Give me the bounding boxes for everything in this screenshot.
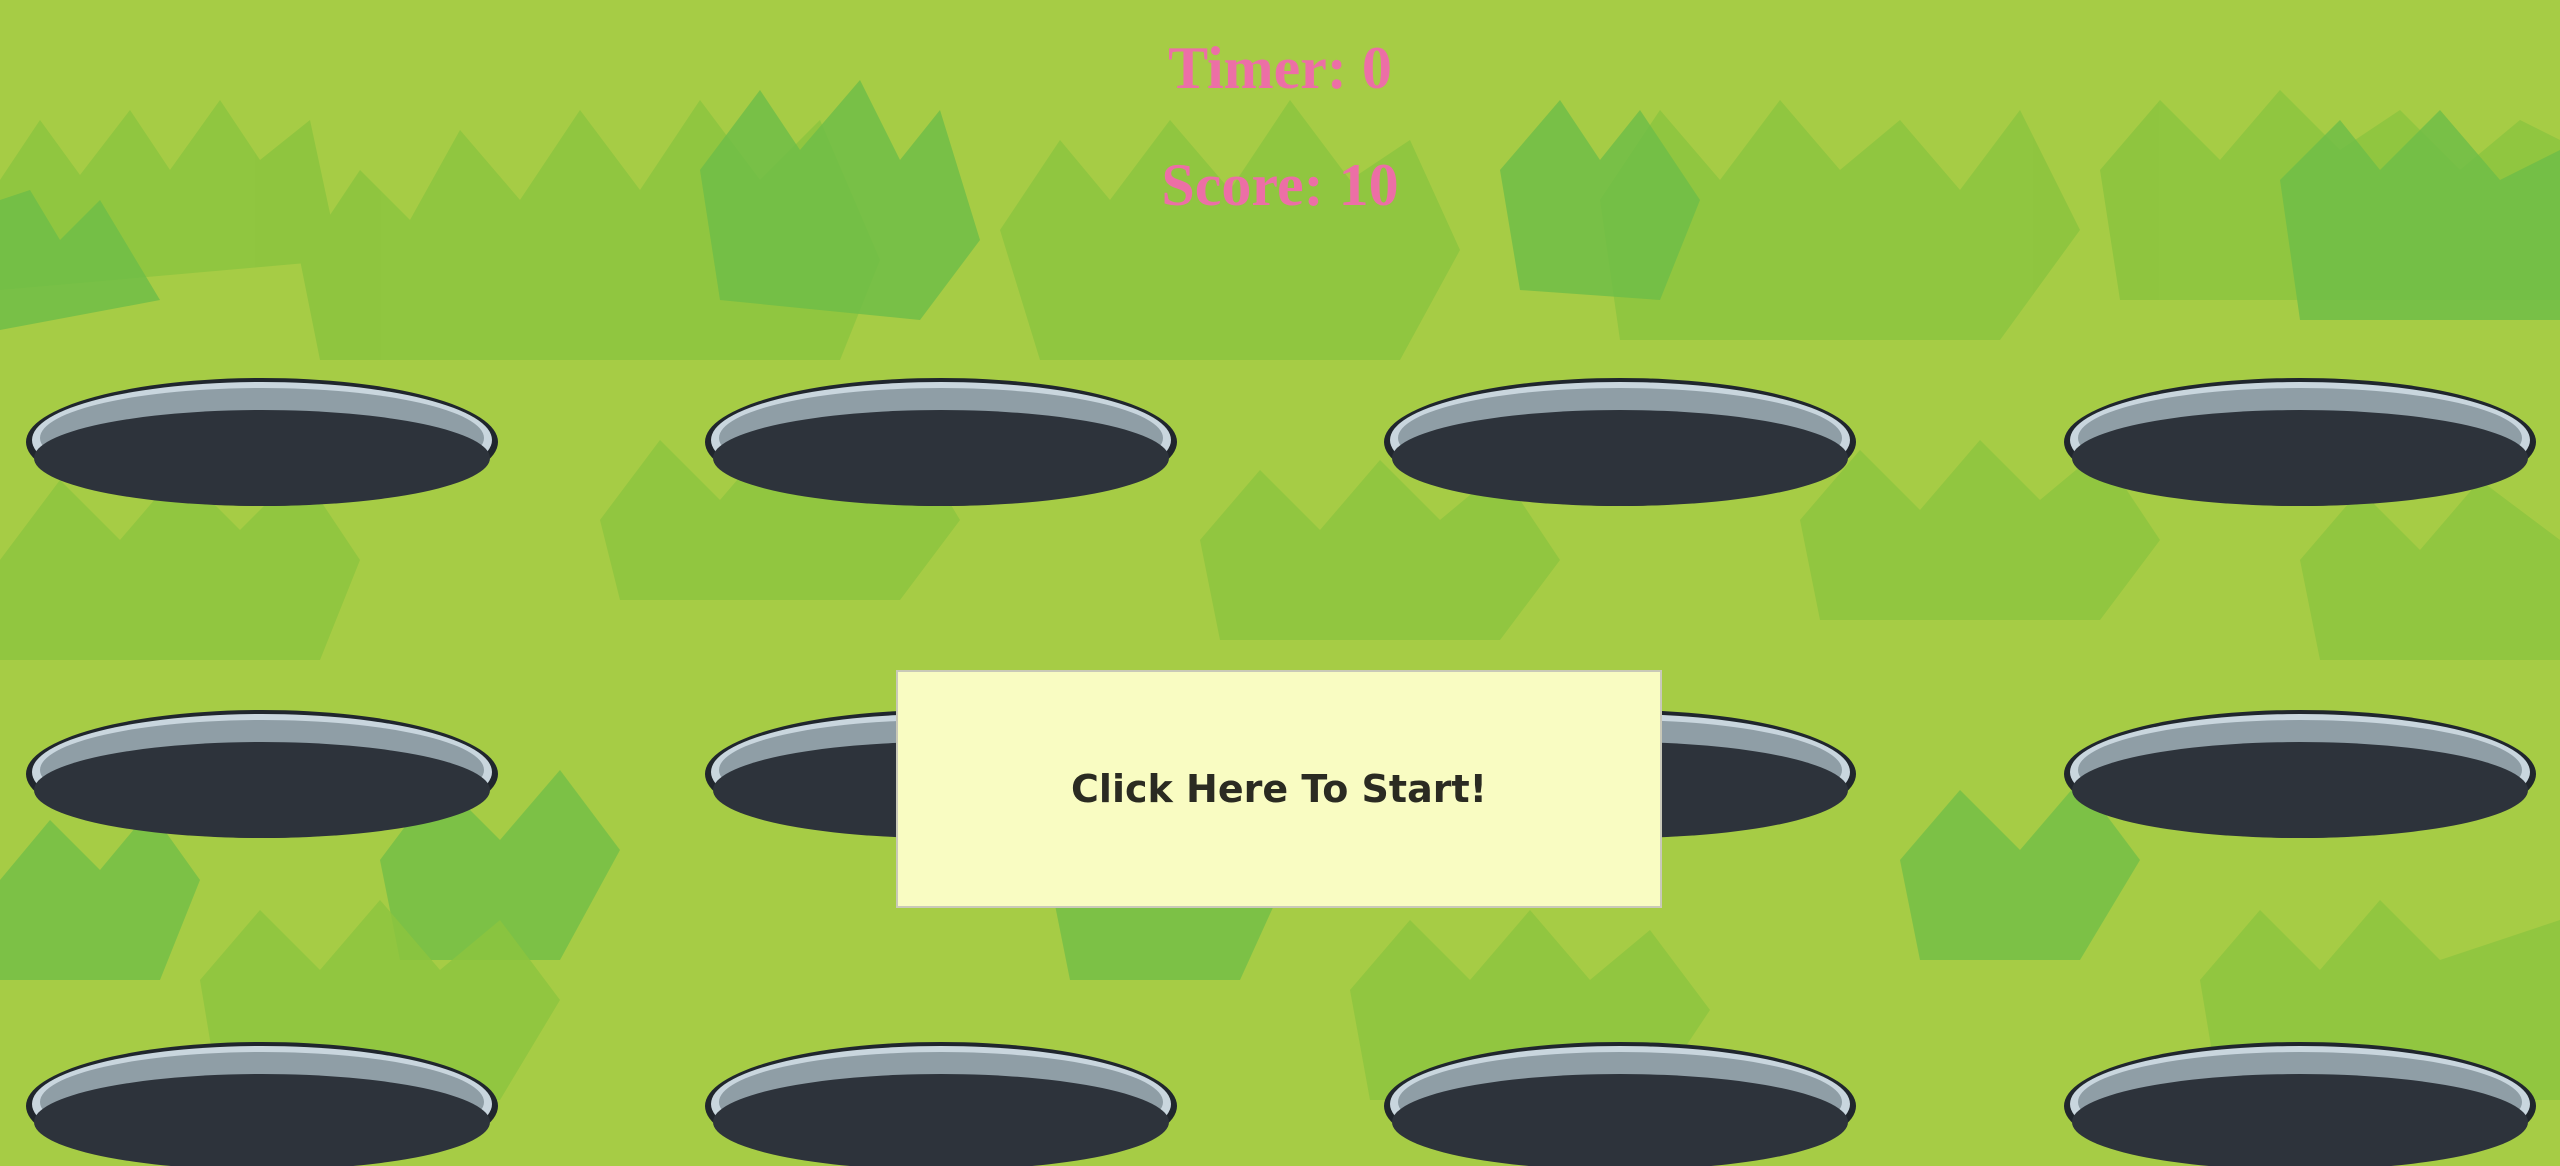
mole-board [0, 0, 2560, 1166]
mole-hole[interactable] [2060, 1038, 2540, 1166]
mole-hole[interactable] [701, 374, 1181, 509]
mole-hole[interactable] [1380, 374, 1860, 509]
mole-hole[interactable] [2060, 374, 2540, 509]
mole-hole[interactable] [22, 374, 502, 509]
mole-hole[interactable] [2060, 706, 2540, 841]
mole-hole[interactable] [701, 1038, 1181, 1166]
mole-hole[interactable] [22, 1038, 502, 1166]
start-game-button[interactable]: Click Here To Start! [896, 670, 1662, 908]
mole-hole[interactable] [22, 706, 502, 841]
mole-hole[interactable] [1380, 1038, 1860, 1166]
start-game-button-label: Click Here To Start! [1071, 767, 1487, 811]
